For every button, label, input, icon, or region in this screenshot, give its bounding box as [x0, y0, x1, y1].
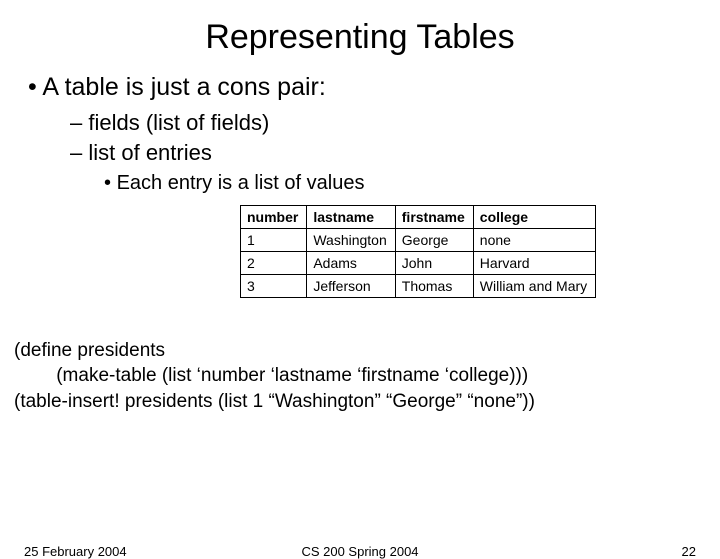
- cell: 1: [241, 229, 307, 252]
- cell: Washington: [307, 229, 395, 252]
- footer-page-number: 22: [682, 544, 696, 559]
- code-line: (define presidents: [14, 340, 165, 361]
- code-line: (table-insert! presidents (list 1 “Washi…: [14, 391, 535, 412]
- col-header: number: [241, 206, 307, 229]
- bullet-text: fields (list of fields): [88, 110, 269, 135]
- bullet-level3: Each entry is a list of values: [104, 172, 720, 195]
- col-header: firstname: [395, 206, 473, 229]
- code-block: (define presidents (make-table (list ‘nu…: [14, 312, 720, 415]
- col-header: college: [473, 206, 595, 229]
- cell: Adams: [307, 252, 395, 275]
- cell: Jefferson: [307, 275, 395, 298]
- bullet-level2: fields (list of fields): [70, 110, 720, 136]
- code-line: (make-table (list ‘number ‘lastname ‘fir…: [14, 365, 528, 386]
- col-header: lastname: [307, 206, 395, 229]
- bullet-level1: A table is just a cons pair:: [28, 73, 720, 102]
- table-row: 1 Washington George none: [241, 229, 596, 252]
- bullet-text: A table is just a cons pair:: [42, 73, 325, 101]
- cell: Thomas: [395, 275, 473, 298]
- cell: George: [395, 229, 473, 252]
- footer-course: CS 200 Spring 2004: [0, 544, 720, 559]
- presidents-table: number lastname firstname college 1 Wash…: [240, 205, 596, 298]
- table-header-row: number lastname firstname college: [241, 206, 596, 229]
- bullet-text: list of entries: [88, 140, 212, 165]
- cell: Harvard: [473, 252, 595, 275]
- cell: John: [395, 252, 473, 275]
- cell: none: [473, 229, 595, 252]
- cell: 3: [241, 275, 307, 298]
- cell: 2: [241, 252, 307, 275]
- bullet-level2: list of entries: [70, 140, 720, 166]
- slide-title: Representing Tables: [0, 18, 720, 57]
- cell: William and Mary: [473, 275, 595, 298]
- table-row: 2 Adams John Harvard: [241, 252, 596, 275]
- table-row: 3 Jefferson Thomas William and Mary: [241, 275, 596, 298]
- bullet-text: Each entry is a list of values: [117, 172, 365, 194]
